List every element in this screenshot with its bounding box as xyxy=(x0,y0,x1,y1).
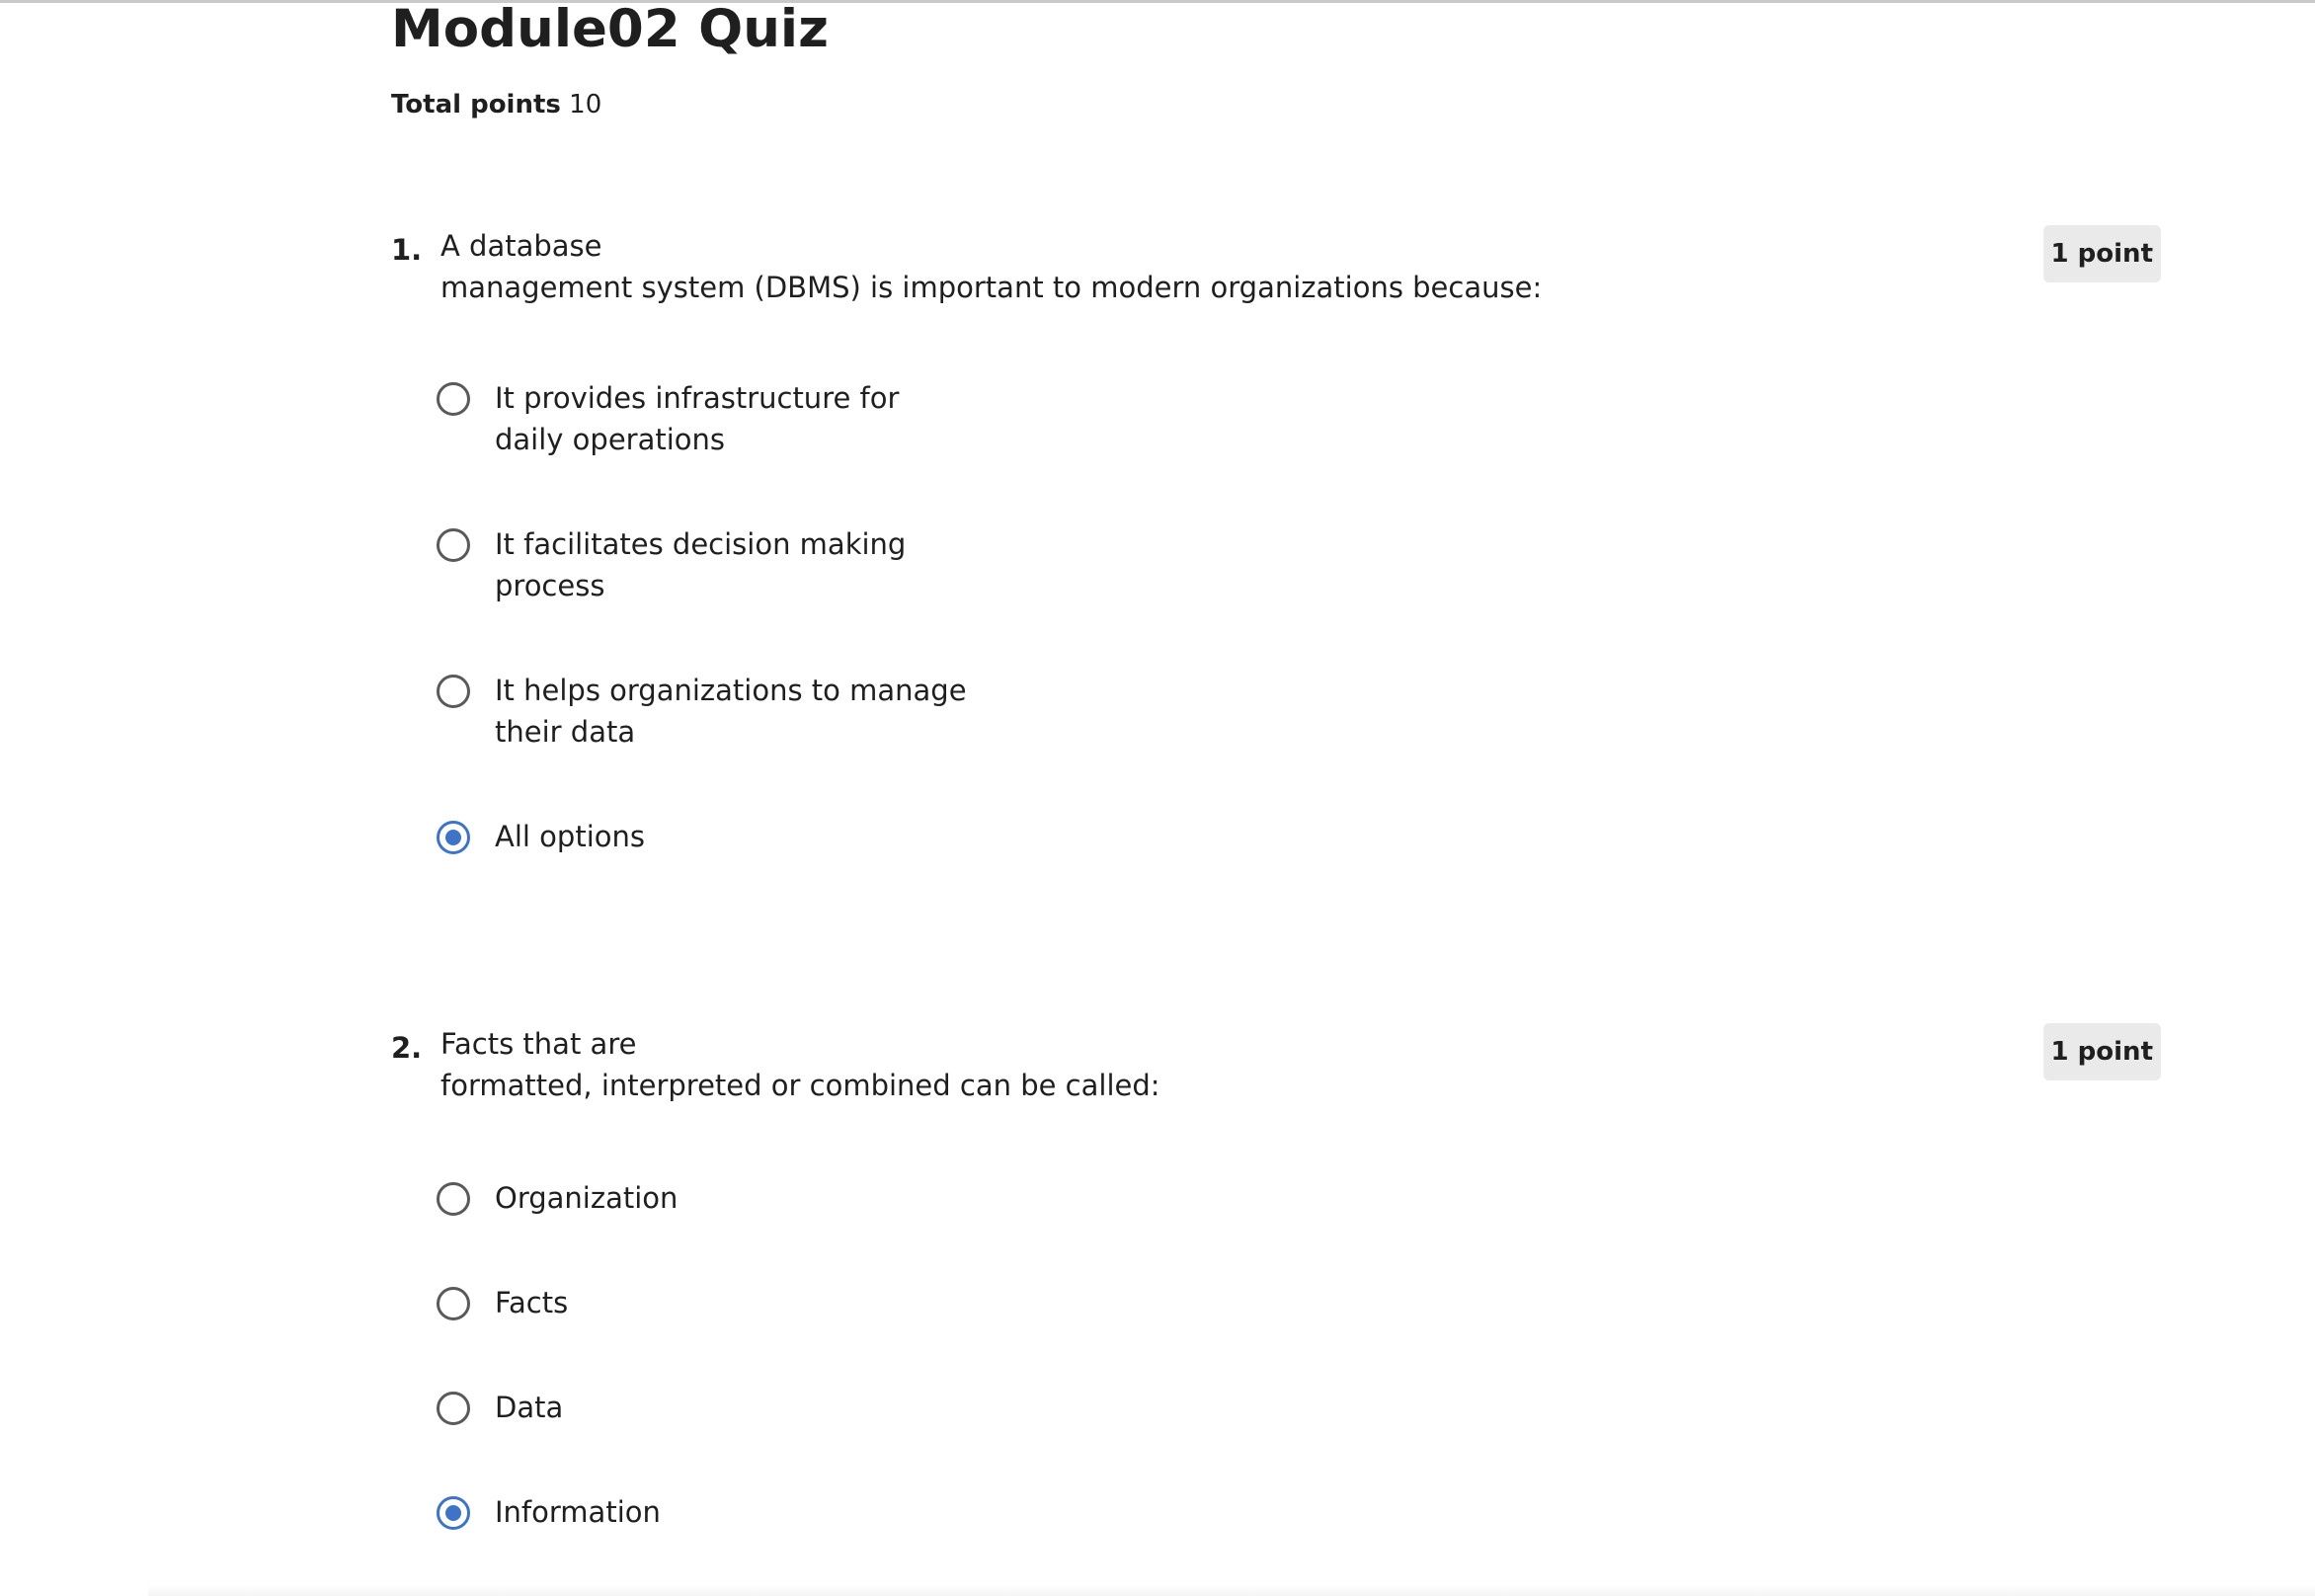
question-number: 2. xyxy=(391,1031,423,1065)
answer-option-label: All options xyxy=(495,820,645,853)
radio-button[interactable] xyxy=(437,1287,470,1320)
radio-button-selected[interactable] xyxy=(437,1496,470,1530)
points-badge: 1 point xyxy=(2042,225,2161,282)
question-text: Facts that are formatted, interpreted or… xyxy=(440,1027,1160,1102)
answer-option-label: Data xyxy=(495,1391,564,1424)
answer-option-label: Facts xyxy=(495,1286,569,1319)
total-points-label: Total points xyxy=(391,90,561,120)
answer-option-label: It helps organizations to manage their d… xyxy=(495,674,967,749)
answer-option-label: Information xyxy=(495,1495,661,1529)
quiz-page: Module02 Quiz Total points 10 1. A datab… xyxy=(0,0,2315,1596)
radio-button[interactable] xyxy=(437,528,470,562)
radio-button[interactable] xyxy=(437,1392,470,1425)
total-points-value: 10 xyxy=(569,90,602,120)
answer-option-label: It facilitates decision making process xyxy=(495,527,907,602)
radio-button[interactable] xyxy=(437,675,470,708)
bottom-shadow xyxy=(148,1584,2315,1596)
points-badge: 1 point xyxy=(2042,1023,2161,1080)
total-points: Total points 10 xyxy=(391,87,601,122)
answer-option-label: It provides infrastructure for daily ope… xyxy=(495,381,900,456)
radio-button[interactable] xyxy=(437,1182,470,1216)
top-divider xyxy=(0,0,2315,3)
answer-option-label: Organization xyxy=(495,1181,679,1215)
page-title: Module02 Quiz xyxy=(391,0,829,59)
radio-button[interactable] xyxy=(437,382,470,416)
radio-button-selected[interactable] xyxy=(437,821,470,854)
question-number: 1. xyxy=(391,233,423,267)
question-text: A database management system (DBMS) is i… xyxy=(440,229,1543,304)
